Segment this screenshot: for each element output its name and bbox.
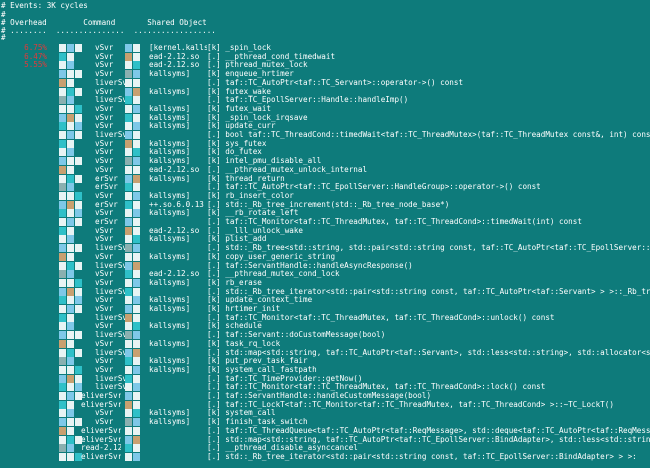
redaction-block <box>59 452 66 461</box>
redaction-block <box>67 452 74 461</box>
comment-line: # <box>1 33 6 42</box>
redaction-blocks <box>125 452 149 462</box>
symbol-name: [.] std::_Rb_tree_iterator<std::pair<std… <box>207 451 637 461</box>
terminal-window[interactable]: # Events: 3K cycles # # Overhead Command… <box>0 0 650 468</box>
command-name: eliverSvr <box>81 451 121 461</box>
redaction-block <box>133 452 140 461</box>
report-row[interactable]: eliverSvr [.] std::_Rb_tree_iterator<std:… <box>1 452 650 462</box>
redaction-block <box>125 452 132 461</box>
shared-object <box>149 452 207 462</box>
overhead-value <box>7 452 47 462</box>
